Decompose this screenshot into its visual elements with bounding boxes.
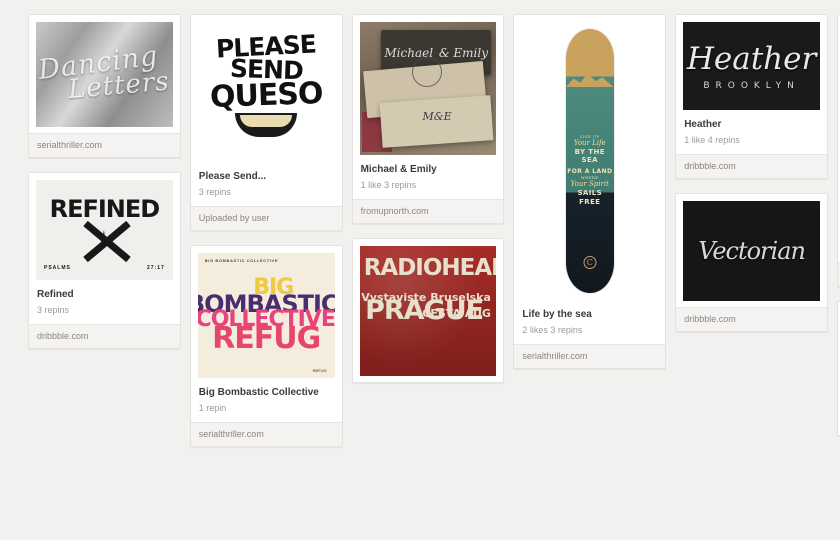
- art-script-2: & Emily: [438, 45, 488, 60]
- art-left-label: PSALMS: [44, 265, 71, 271]
- pin-image-wrap[interactable]: RADIOHEAD PRAGUE Vystaviste Bruselska CE…: [352, 239, 504, 382]
- art-right-label: 27:17: [147, 265, 165, 271]
- pin-image-skateboard[interactable]: LIVE UP Your Life BY THE SEA FOR A LAND …: [521, 22, 659, 300]
- artwork-wedding-stationery: Michael & Emily M&E: [359, 22, 497, 155]
- pin-body: Life by the sea 2 likes 3 repins: [514, 306, 666, 344]
- art-envelope-script: M&E: [422, 109, 452, 123]
- artwork-refined-badge: REFINED PSALMS 27:17: [36, 180, 173, 280]
- pin-body: Big Bombastic Collective 1 repin: [190, 384, 342, 422]
- pin-image-wrap[interactable]: Vectorian: [676, 194, 827, 307]
- pin-meta: 2 likes 3 repins: [522, 325, 583, 335]
- pin-image-heather[interactable]: Heather BROOKLYN: [683, 22, 820, 110]
- pin-title: Michael & Emily: [360, 164, 437, 175]
- artwork-queso-lettering: PLEASE SEND QUESO: [197, 22, 335, 162]
- pin-image-radiohead[interactable]: RADIOHEAD PRAGUE Vystaviste Bruselska CE…: [359, 246, 497, 376]
- pin-source-link[interactable]: serialthriller.com: [29, 133, 180, 157]
- pin-source-link[interactable]: serialthriller.com: [190, 422, 342, 446]
- artwork-radiohead-poster: RADIOHEAD PRAGUE Vystaviste Bruselska CE…: [359, 246, 497, 376]
- pin-card-dancing-letters[interactable]: Dancing Letters serialthriller.com: [28, 14, 181, 158]
- pin-source-link[interactable]: serialthriller.com: [514, 344, 666, 368]
- pin-meta: 1 repin: [198, 403, 227, 413]
- pin-image-wrap[interactable]: Heather BROOKLYN: [676, 15, 827, 116]
- pin-image-refined[interactable]: REFINED PSALMS 27:17: [36, 180, 173, 280]
- art-subtitle: BROOKLYN: [703, 81, 800, 91]
- art-line-6: SAILS FREE: [577, 188, 603, 206]
- pin-image-queso[interactable]: PLEASE SEND QUESO: [197, 22, 335, 162]
- artwork-skateboard-deck: LIVE UP Your Life BY THE SEA FOR A LAND …: [521, 22, 659, 300]
- pin-image-wrap[interactable]: REFINED PSALMS 27:17: [29, 173, 180, 286]
- pin-meta: 1 like 4 repins: [684, 135, 740, 145]
- pin-body: Please Send... 3 repins: [190, 168, 342, 206]
- art-line-4: REFUG: [212, 321, 321, 357]
- art-line-2: BY THE SEA: [574, 147, 605, 165]
- pin-card-life-by-the-sea[interactable]: LIVE UP Your Life BY THE SEA FOR A LAND …: [513, 14, 667, 369]
- art-signature: REFUG: [312, 368, 327, 373]
- pin-title: Life by the sea: [522, 309, 592, 320]
- pin-title: Big Bombastic Collective: [198, 387, 319, 398]
- pin-image-wrap[interactable]: Michael & Emily M&E: [352, 15, 504, 161]
- art-word: REFINED: [49, 194, 161, 223]
- pin-meta: 1 like 3 repins: [360, 180, 417, 190]
- pin-meta: 3 repins: [37, 305, 70, 315]
- pin-card-big-bombastic-collective[interactable]: BIG BOMBASTIC COLLECTIVE BIG BOMBASTIC C…: [189, 245, 343, 447]
- pin-image-wrap[interactable]: PLEASE SEND QUESO: [190, 15, 342, 168]
- pin-body: Heather 1 like 4 repins: [676, 116, 827, 154]
- pin-title: Refined: [37, 289, 74, 300]
- art-logo: C: [583, 256, 597, 270]
- pin-source-link[interactable]: dribbble.com: [676, 154, 827, 178]
- artwork-heather-brooklyn: Heather BROOKLYN: [683, 22, 820, 110]
- pin-image-wrap[interactable]: Dancing Letters: [29, 15, 180, 133]
- pin-body: Michael & Emily 1 like 3 repins: [352, 161, 504, 199]
- pinterest-board: Dancing Letters serialthriller.com REFIN…: [0, 0, 840, 540]
- artwork-silver-script: Dancing Letters: [36, 22, 173, 127]
- artwork-vectorian-script: Vectorian: [683, 201, 820, 301]
- artwork-bombastic-type: BIG BOMBASTIC COLLECTIVE BIG BOMBASTIC C…: [197, 253, 335, 378]
- art-header: BIG BOMBASTIC COLLECTIVE: [204, 258, 279, 263]
- art-stamp-circle: [411, 56, 442, 87]
- pin-meta: 3 repins: [198, 187, 231, 197]
- art-script: Heather: [686, 41, 817, 77]
- pin-title: Please Send...: [198, 171, 267, 182]
- art-bowl-shape: [235, 112, 298, 137]
- pin-source-link[interactable]: dribbble.com: [676, 307, 827, 331]
- pin-body: Refined 3 repins: [29, 286, 180, 324]
- pin-card-radiohead-prague[interactable]: RADIOHEAD PRAGUE Vystaviste Bruselska CE…: [351, 238, 505, 383]
- art-line-3: QUESO: [209, 76, 323, 115]
- pin-source-link[interactable]: fromupnorth.com: [352, 199, 504, 223]
- pin-image-vectorian[interactable]: Vectorian: [683, 201, 820, 301]
- art-crossed-axes: [59, 220, 149, 266]
- pin-image-big-bombastic[interactable]: BIG BOMBASTIC COLLECTIVE BIG BOMBASTIC C…: [197, 253, 335, 378]
- pin-image-wrap[interactable]: BIG BOMBASTIC COLLECTIVE BIG BOMBASTIC C…: [190, 246, 342, 384]
- pin-image-wrap[interactable]: LIVE UP Your Life BY THE SEA FOR A LAND …: [514, 15, 666, 306]
- pin-card-heather[interactable]: Heather BROOKLYN Heather 1 like 4 repins…: [675, 14, 828, 179]
- pin-card-please-send-queso[interactable]: PLEASE SEND QUESO Please Send... 3 repin…: [189, 14, 343, 231]
- pin-source-link[interactable]: Uploaded by user: [190, 206, 342, 230]
- art-script: Vectorian: [698, 237, 806, 265]
- pin-card-vectorian[interactable]: Vectorian dribbble.com: [675, 193, 828, 332]
- art-line-5: Your Spirit: [570, 180, 609, 189]
- masonry-grid: Dancing Letters serialthriller.com REFIN…: [28, 14, 840, 540]
- pin-title: Heather: [684, 119, 722, 130]
- pin-image-dancing-letters[interactable]: Dancing Letters: [36, 22, 173, 127]
- art-line-3: FOR A LAND: [567, 168, 613, 176]
- pin-card-refined[interactable]: REFINED PSALMS 27:17 Refined 3 repins dr…: [28, 172, 181, 349]
- art-line-1: Your Life: [573, 138, 606, 147]
- pin-image-michael-emily[interactable]: Michael & Emily M&E: [359, 22, 497, 155]
- pin-card-michael-and-emily[interactable]: Michael & Emily M&E Michael & Emily 1 li…: [351, 14, 505, 224]
- art-line-1: RADIOHEAD: [363, 255, 497, 282]
- pin-source-link[interactable]: dribbble.com: [29, 324, 180, 348]
- art-line-3: Vystaviste Bruselska CESTA AUG: [361, 291, 491, 320]
